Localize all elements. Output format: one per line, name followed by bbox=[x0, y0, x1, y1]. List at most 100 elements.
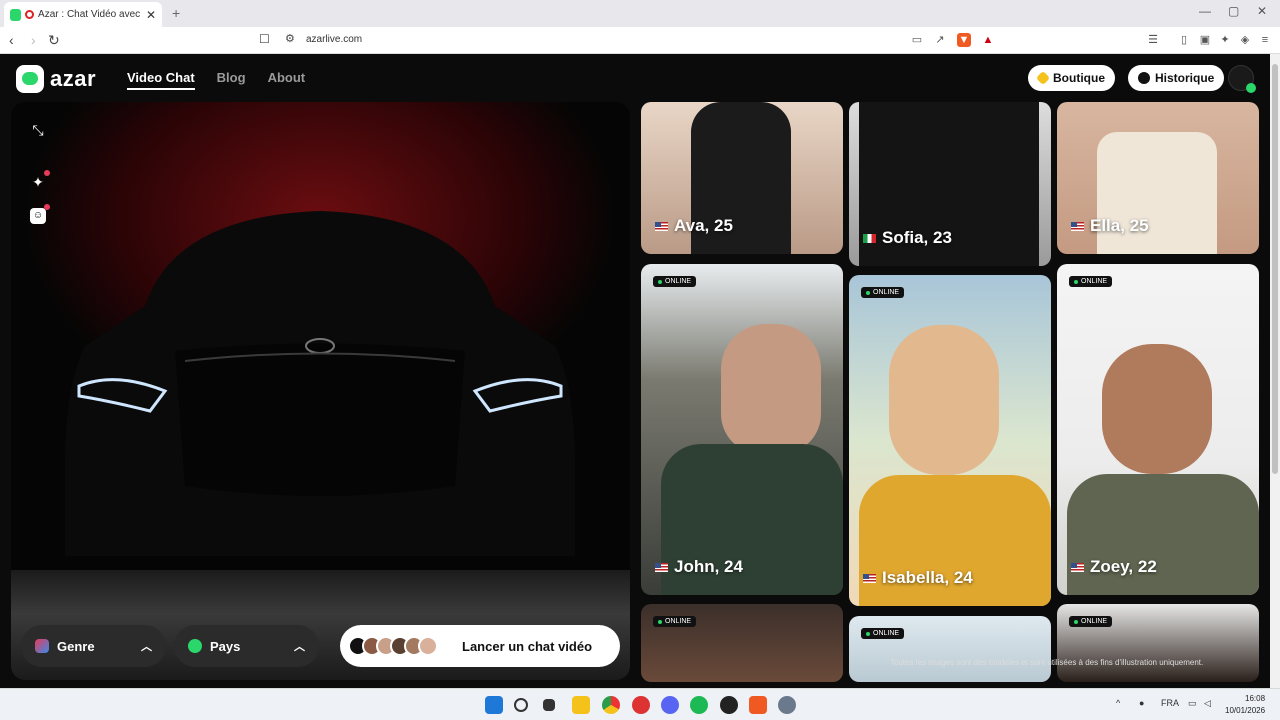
maximize-window-button[interactable]: ▢ bbox=[1228, 4, 1239, 18]
car-image bbox=[65, 211, 575, 556]
profile-card[interactable]: ONLINE bbox=[641, 604, 843, 682]
notification-dot bbox=[44, 170, 50, 176]
sticker-icon[interactable]: ☺ bbox=[30, 208, 46, 224]
file-explorer-icon[interactable] bbox=[572, 696, 590, 714]
profile-card[interactable]: ONLINE bbox=[849, 616, 1051, 682]
profile-status-dot bbox=[1246, 83, 1256, 93]
historique-button[interactable]: Historique bbox=[1128, 65, 1225, 91]
profile-card[interactable]: ONLINE John, 24 bbox=[641, 264, 843, 595]
card-photo bbox=[1102, 344, 1212, 474]
pays-filter[interactable]: Pays ︿ bbox=[174, 625, 319, 667]
settings-icon[interactable] bbox=[778, 696, 796, 714]
close-window-button[interactable]: ✕ bbox=[1257, 4, 1267, 18]
online-badge: ONLINE bbox=[1069, 616, 1113, 627]
profile-card[interactable]: Sofia, 23 bbox=[849, 102, 1051, 266]
address-input[interactable]: azarlive.com bbox=[306, 34, 362, 45]
site-info-icon[interactable]: ⚙ bbox=[285, 32, 295, 45]
clock-icon bbox=[1138, 72, 1150, 84]
volume-icon[interactable]: ◁ bbox=[1204, 698, 1211, 709]
profile-card[interactable]: ONLINE Zoey, 22 bbox=[1057, 264, 1259, 595]
windows-start-icon[interactable] bbox=[485, 696, 503, 714]
system-clock[interactable]: 16:08 10/01/2026 bbox=[1225, 693, 1265, 717]
vpn-icon[interactable]: ◈ bbox=[1238, 33, 1252, 47]
tray-chevron-icon[interactable]: ^ bbox=[1116, 698, 1120, 708]
minimize-window-button[interactable]: — bbox=[1199, 4, 1211, 18]
sparkle-icon[interactable]: ✦ bbox=[30, 174, 46, 190]
video-preview-panel: ⤡ ✦ ☺ Genre ︿ Pays ︿ Lancer un chat vidé… bbox=[11, 102, 630, 680]
steam-icon[interactable] bbox=[720, 696, 738, 714]
profile-card[interactable]: Ava, 25 bbox=[641, 102, 843, 254]
card-name: Ella, 25 bbox=[1071, 216, 1149, 236]
us-flag-icon bbox=[655, 221, 668, 231]
boutique-button[interactable]: Boutique bbox=[1028, 65, 1115, 91]
azar-logo[interactable]: azar bbox=[16, 65, 96, 93]
nav-video-chat[interactable]: Video Chat bbox=[127, 70, 195, 90]
leo-ai-icon[interactable]: ✦ bbox=[1218, 33, 1232, 47]
back-icon[interactable]: ‹ bbox=[9, 32, 14, 48]
new-tab-button[interactable]: + bbox=[172, 5, 180, 21]
nav-about[interactable]: About bbox=[268, 70, 306, 90]
card-name: John, 24 bbox=[655, 557, 743, 577]
search-icon[interactable] bbox=[514, 698, 528, 712]
card-name: Sofia, 23 bbox=[863, 228, 952, 248]
genre-label: Genre bbox=[57, 638, 95, 654]
tab-title: Azar : Chat Vidéo avec de no bbox=[38, 9, 142, 20]
logo-text: azar bbox=[50, 66, 97, 91]
online-badge: ONLINE bbox=[653, 616, 697, 627]
share-icon[interactable]: ↗ bbox=[933, 33, 947, 47]
main-nav: Video Chat Blog About bbox=[127, 70, 305, 90]
profile-card[interactable]: ONLINE bbox=[1057, 604, 1259, 682]
forward-icon[interactable]: › bbox=[31, 32, 36, 48]
gem-icon bbox=[1035, 70, 1051, 86]
browser-tab-bar: Azar : Chat Vidéo avec de no ✕ + — ▢ ✕ bbox=[0, 0, 1280, 27]
page-scrollbar[interactable] bbox=[1270, 54, 1280, 688]
pays-label: Pays bbox=[210, 638, 241, 654]
browser-tab[interactable]: Azar : Chat Vidéo avec de no ✕ bbox=[4, 2, 162, 27]
reader-icon[interactable]: ☰ bbox=[1146, 33, 1160, 47]
microphone-icon[interactable]: ● bbox=[1139, 698, 1144, 708]
task-view-icon[interactable] bbox=[543, 699, 555, 711]
profile-card[interactable]: Ella, 25 bbox=[1057, 102, 1259, 254]
windows-taskbar: ^ ● FRA ▭ ◁ 16:08 10/01/2026 bbox=[0, 688, 1280, 720]
spotify-icon[interactable] bbox=[690, 696, 708, 714]
discord-icon[interactable] bbox=[661, 696, 679, 714]
reload-icon[interactable]: ↻ bbox=[48, 32, 60, 49]
bookmark-icon[interactable]: ☐ bbox=[259, 32, 270, 46]
app-icon[interactable] bbox=[632, 696, 650, 714]
globe-icon bbox=[188, 639, 202, 653]
azar-page: azar Video Chat Blog About Boutique Hist… bbox=[0, 54, 1280, 688]
genre-filter[interactable]: Genre ︿ bbox=[21, 625, 166, 667]
italy-flag-icon bbox=[863, 233, 876, 243]
network-icon[interactable]: ▭ bbox=[1188, 698, 1197, 709]
brave-icon[interactable] bbox=[749, 696, 767, 714]
online-badge: ONLINE bbox=[861, 287, 905, 298]
cast-icon[interactable]: ▭ bbox=[910, 33, 924, 47]
chrome-icon[interactable] bbox=[602, 696, 620, 714]
wallet-icon[interactable]: ▣ bbox=[1198, 33, 1212, 47]
clock-date: 10/01/2026 bbox=[1225, 706, 1266, 715]
disclaimer-text: Toutes les images sont des modèles et so… bbox=[890, 658, 1204, 667]
scrollbar-thumb[interactable] bbox=[1272, 64, 1278, 474]
notification-dot bbox=[44, 204, 50, 210]
card-name: Zoey, 22 bbox=[1071, 557, 1157, 577]
profile-card[interactable]: ONLINE Isabella, 24 bbox=[849, 275, 1051, 606]
start-video-chat-button[interactable]: Lancer un chat vidéo bbox=[340, 625, 620, 667]
close-tab-icon[interactable]: ✕ bbox=[146, 8, 156, 22]
language-indicator[interactable]: FRA bbox=[1161, 698, 1179, 708]
sidebar-icon[interactable]: ▯ bbox=[1177, 33, 1191, 47]
azar-logo-icon bbox=[16, 65, 44, 93]
start-label: Lancer un chat vidéo bbox=[462, 638, 593, 654]
profile-avatar[interactable] bbox=[1228, 65, 1256, 93]
card-photo bbox=[721, 324, 821, 454]
chevron-up-icon: ︿ bbox=[294, 641, 305, 653]
clock-time: 16:08 bbox=[1245, 694, 1266, 703]
recording-icon bbox=[25, 10, 35, 19]
brave-shields-icon[interactable]: ▼ bbox=[957, 33, 971, 47]
gender-icon bbox=[35, 639, 49, 653]
brave-rewards-icon[interactable]: ▲ bbox=[981, 33, 995, 47]
nav-blog[interactable]: Blog bbox=[217, 70, 246, 90]
card-name: Isabella, 24 bbox=[863, 568, 973, 588]
minimize-icon[interactable]: ⤡ bbox=[30, 122, 46, 138]
azar-favicon bbox=[10, 8, 22, 21]
menu-icon[interactable]: ≡ bbox=[1258, 33, 1272, 47]
